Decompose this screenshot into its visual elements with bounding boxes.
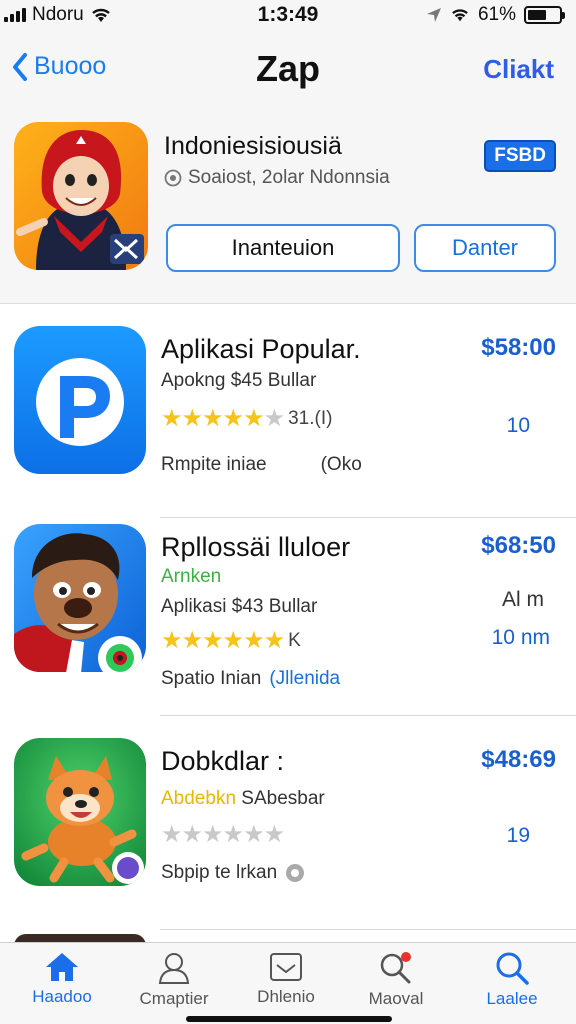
mail-icon (270, 953, 302, 981)
app-description: Apokng $45 Bullar (161, 370, 317, 391)
battery-icon (524, 6, 565, 24)
app-tag: Arnken (161, 566, 222, 587)
search-badge-icon (380, 952, 411, 984)
wifi-icon-right (452, 9, 468, 22)
featured-app-name: Indoniesisiousiä (164, 132, 342, 160)
footer-left: Sbpip te lrkan (161, 862, 278, 883)
status-right: 61% (426, 4, 565, 26)
featured-app-icon[interactable] (14, 122, 148, 270)
battery-percent: 61% (477, 4, 516, 25)
rating-count: 31.(I) (288, 407, 333, 429)
footer-left: Spatio Inian (161, 668, 262, 689)
secondary-action-button[interactable]: Danter (414, 224, 556, 272)
app-tag-primary: Abdebkn (161, 788, 237, 809)
star-icon: ★★★★★ (161, 405, 265, 432)
tab-search[interactable]: Laalee (462, 951, 562, 1009)
app-price[interactable]: $68:50 (481, 532, 556, 560)
rating-count: K (288, 629, 301, 651)
tab-label: Dhlenio (257, 987, 315, 1006)
app-list-item[interactable]: Dobkdlar : Abdebkn SAbesbar ★★★★★★ Sbpip… (0, 716, 576, 930)
home-indicator (186, 1016, 392, 1022)
star-empty-icon: ★★★★★★ (161, 821, 285, 848)
star-icon: ★★★★★★ (161, 627, 285, 654)
app-description: Aplikasi $43 Bullar (161, 596, 318, 617)
location-icon (426, 8, 441, 22)
primary-action-button[interactable]: Inanteuion (166, 224, 400, 272)
home-icon (46, 953, 78, 981)
p-logo-icon (14, 326, 146, 474)
app-list-item[interactable]: Rpllossäi lluloer Arnken Aplikasi $43 Bu… (0, 502, 576, 716)
app-footer: Rmpite iniae (Oko (161, 454, 362, 476)
tab-messages[interactable]: Dhlenio (236, 951, 336, 1007)
app-name: Dobkdlar : (161, 746, 285, 776)
tab-label: Maoval (368, 989, 424, 1008)
hooded-character-icon (14, 122, 148, 270)
row-divider (160, 929, 576, 930)
star-empty-icon: ★ (263, 405, 285, 432)
app-tag: Abdebkn SAbesbar (161, 788, 325, 810)
app-price[interactable]: $48:69 (481, 746, 556, 774)
tab-manual[interactable]: Maoval (346, 951, 446, 1009)
featured-subtitle-text: Soaiost, 2olar Ndonnsia (188, 167, 390, 188)
dog-mascot-icon (14, 738, 146, 886)
app-tag-secondary: SAbesbar (241, 788, 325, 809)
tab-home[interactable]: Haadoo (12, 951, 112, 1007)
featured-badge: FSBD (484, 140, 556, 172)
app-price[interactable]: $58:00 (481, 334, 556, 362)
tab-bar: Haadoo Cmaptier Dhlenio Maoval Laalee (0, 942, 576, 1024)
tab-label: Laalee (486, 989, 538, 1008)
app-footer: Sbpip te lrkan (161, 862, 305, 884)
info-circle-icon (164, 169, 182, 187)
app-size: 19 (506, 824, 530, 847)
app-footer: Spatio Inian (Jllenida (161, 668, 340, 690)
app-list-item[interactable]: Aplikasi Popular. Apokng $45 Bullar ★★★★… (0, 304, 576, 518)
app-size: 10 (506, 414, 530, 437)
tab-label: Haadoo (32, 987, 92, 1006)
star-rating: ★★★★★★ K (161, 626, 301, 655)
featured-app-subtitle: Soaiost, 2olar Ndonnsia (164, 167, 390, 189)
star-rating: ★★★★★ ★ 31.(I) (161, 404, 332, 433)
tab-label: Cmaptier (139, 989, 209, 1008)
info-circle-icon (286, 864, 305, 882)
navigation-bar: Buooo Zap Cliakt (0, 30, 576, 110)
status-bar: Ndoru 1:3:49 61% (0, 0, 576, 30)
nav-right-button[interactable]: Cliakt (483, 54, 554, 85)
person-icon (158, 953, 190, 984)
search-icon (496, 952, 529, 985)
star-rating: ★★★★★★ (161, 820, 285, 849)
footer-right: (Oko (320, 454, 362, 475)
app-name: Aplikasi Popular. (161, 334, 361, 364)
app-store-screen: Ndoru 1:3:49 61% Buooo Zap Cliakt Indoni… (0, 0, 576, 1024)
battery-fill (528, 10, 547, 20)
cartoon-man-icon (14, 524, 146, 672)
app-size: 10 nm (491, 626, 550, 649)
tab-profile[interactable]: Cmaptier (124, 951, 224, 1009)
featured-app-header: Indoniesisiousiä Soaiost, 2olar Ndonnsia… (0, 110, 576, 304)
app-meta: Al m (502, 588, 544, 611)
app-name: Rpllossäi lluloer (161, 532, 351, 562)
footer-right: (Jllenida (269, 668, 341, 689)
footer-left: Rmpite iniae (161, 454, 267, 475)
